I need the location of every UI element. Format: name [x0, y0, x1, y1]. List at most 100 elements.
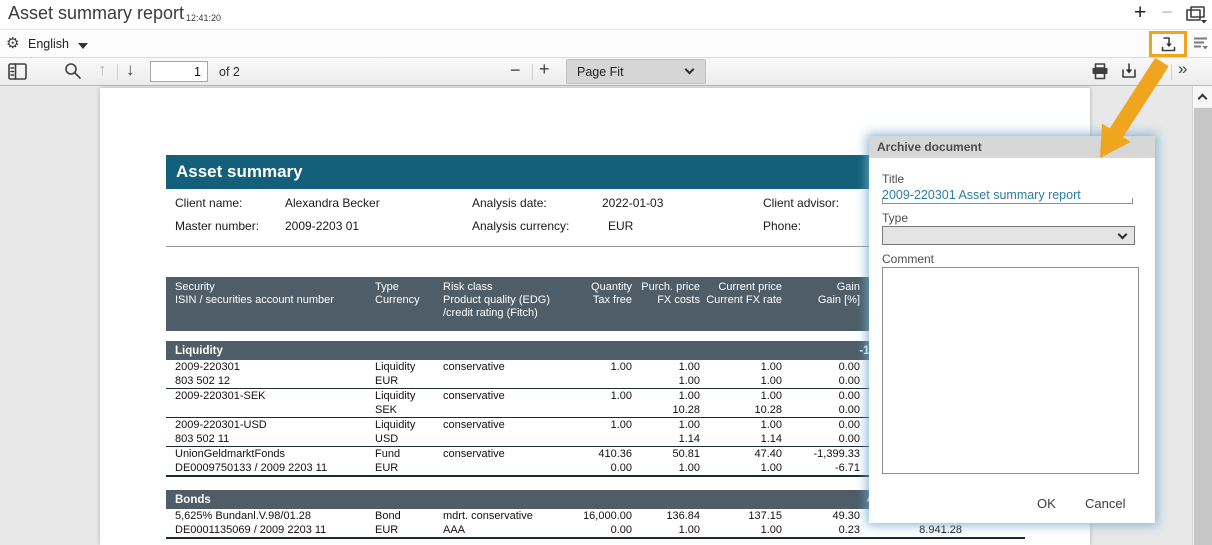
client-name-value: Alexandra Becker [285, 196, 380, 210]
zoom-out-icon[interactable]: − [510, 60, 521, 81]
table-cell-line: 0.00 [782, 389, 860, 403]
table-header-line: Product quality (EDG) [443, 294, 567, 307]
table-header-line: Current price [700, 281, 782, 294]
table-cell-line: 0.00 [782, 374, 860, 388]
section-name: Bonds [166, 494, 211, 506]
pdf-toolbar: ↑ ↓ of 2 − + Page Fit [0, 58, 1212, 86]
table-cell-line: 1.00 [632, 374, 700, 388]
table-cell-line: 1.00 [700, 523, 782, 537]
table-cell-line: conservative [443, 360, 567, 374]
cancel-button[interactable]: Cancel [1085, 496, 1125, 511]
table-cell-line: 0.00 [782, 418, 860, 432]
table-header-line: Gain [782, 281, 860, 294]
table-cell-line: DE0001135069 / 2009 2203 11 [175, 523, 375, 537]
table-cell: 1.0010.28 [700, 389, 782, 417]
table-cell-line [443, 403, 567, 417]
table-cell-line: 10.28 [632, 403, 700, 417]
table-cell-line: 1.00 [567, 360, 632, 374]
table-cell-line: 1.00 [632, 360, 700, 374]
more-tools-icon[interactable]: » [1178, 59, 1187, 79]
table-cell: 410.360.00 [567, 447, 632, 475]
table-cell: mdrt. conservativeAAA [443, 509, 567, 537]
zoom-level-select[interactable]: Page Fit [566, 59, 706, 84]
chevron-down-icon[interactable] [78, 43, 88, 49]
table-cell-line: 2009-220301-USD [175, 418, 375, 432]
client-name-label: Client name: [175, 196, 242, 210]
table-cell: BondEUR [375, 509, 443, 537]
ok-button[interactable]: OK [1037, 496, 1056, 511]
list-options-icon[interactable] [1193, 36, 1208, 56]
table-cell: 2009-220301803 502 12 [175, 360, 375, 388]
next-page-icon[interactable]: ↓ [126, 60, 135, 80]
table-cell-line: SEK [375, 403, 443, 417]
table-cell-line: 1.00 [700, 389, 782, 403]
table-cell-line [567, 432, 632, 446]
table-cell-line: 1.14 [700, 432, 782, 446]
table-cell-line: EUR [375, 461, 443, 475]
table-cell-line: DE0009750133 / 2009 2203 11 [175, 461, 375, 475]
table-cell: 0.000.00 [782, 418, 860, 446]
archive-document-button[interactable] [1149, 31, 1187, 57]
table-cell-line: 0.23 [782, 523, 860, 537]
add-icon[interactable]: + [1134, 1, 1146, 25]
zoom-in-icon[interactable]: + [539, 59, 550, 80]
table-header-line: Purch. price [632, 281, 700, 294]
print-icon[interactable] [1091, 63, 1109, 85]
title-bar: Asset summary report 12:41:20 + − [0, 0, 1212, 30]
table-header-column: QuantityTax free [567, 281, 632, 331]
client-advisor-label: Client advisor: [763, 196, 839, 210]
table-header-line: Risk class [443, 281, 567, 294]
table-cell: 1.00 [567, 418, 632, 446]
table-cell: 1.00 [567, 360, 632, 388]
divider [117, 64, 118, 80]
table-cell: 50.811.00 [632, 447, 700, 475]
table-cell-line: 410.36 [567, 447, 632, 461]
report-timestamp: 12:41:20 [186, 13, 221, 23]
bookmark-icon[interactable] [1150, 64, 1163, 84]
table-cell-line [567, 403, 632, 417]
table-cell: 1.0010.28 [632, 389, 700, 417]
divider [532, 64, 533, 80]
table-header-line: Currency [375, 294, 443, 307]
comment-textarea[interactable] [882, 267, 1139, 474]
divider [1171, 64, 1172, 80]
sidebar-toggle-icon[interactable] [8, 63, 27, 85]
table-cell-line: 1.00 [632, 461, 700, 475]
title-input[interactable]: 2009-220301 Asset summary report [882, 187, 1133, 204]
language-selector[interactable]: English [28, 37, 69, 51]
table-cell: 136.841.00 [632, 509, 700, 537]
table-cell-line: 137.15 [700, 509, 782, 523]
table-cell: 1.00 [567, 389, 632, 417]
table-cell-line: 0.00 [567, 461, 632, 475]
comment-field-label: Comment [882, 252, 934, 266]
table-cell-line: 1.00 [632, 418, 700, 432]
search-icon[interactable] [64, 62, 82, 85]
scroll-up-button[interactable] [1193, 86, 1212, 107]
table-cell: -1,399.33-6.71 [782, 447, 860, 475]
table-cell: 0.000.00 [782, 360, 860, 388]
window-restore-icon[interactable] [1186, 6, 1208, 29]
table-cell-line: 0.00 [782, 432, 860, 446]
page-number-input[interactable] [150, 61, 208, 82]
table-header-line: Gain [%] [782, 294, 860, 307]
gear-icon[interactable]: ⚙ [6, 34, 19, 52]
minimize-icon[interactable]: − [1161, 1, 1173, 25]
table-cell-line: AAA [443, 523, 567, 537]
previous-page-icon[interactable]: ↑ [98, 60, 107, 80]
table-cell-line: 0.00 [782, 360, 860, 374]
table-cell-line: Fund [375, 447, 443, 461]
table-cell-line: conservative [443, 389, 567, 403]
table-cell-line: 50.81 [632, 447, 700, 461]
table-cell-line: Bond [375, 509, 443, 523]
table-cell-line: 1.00 [700, 374, 782, 388]
type-select[interactable] [882, 226, 1135, 245]
save-icon[interactable] [1120, 62, 1138, 85]
section-name: Liquidity [166, 345, 223, 357]
table-cell: 49.300.23 [782, 509, 860, 537]
table-header-line: Current FX rate [700, 294, 782, 307]
table-cell: 0.000.00 [782, 389, 860, 417]
vertical-scrollbar[interactable] [1192, 86, 1212, 545]
table-cell-line: 8.941.28 [860, 523, 962, 537]
table-header-line: Security [175, 281, 375, 294]
scrollbar-thumb[interactable] [1194, 108, 1212, 545]
